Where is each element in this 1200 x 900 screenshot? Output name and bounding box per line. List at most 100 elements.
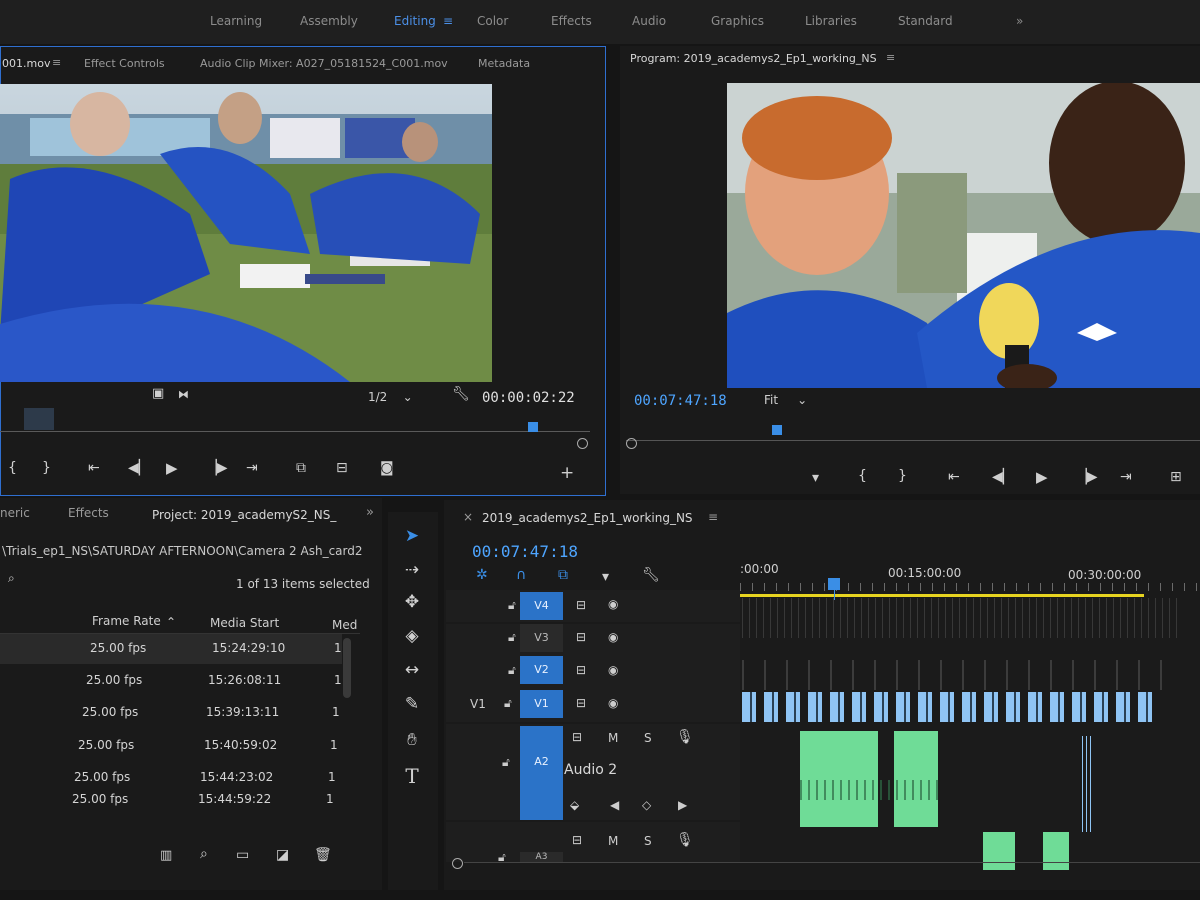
- program-lift-icon[interactable]: ⊞: [1170, 469, 1182, 485]
- sync-lock-icon[interactable]: ⊟: [576, 663, 586, 677]
- source-zoom-handle[interactable]: [577, 438, 588, 449]
- program-play-icon[interactable]: ▶: [1036, 468, 1048, 486]
- track-lock-icon[interactable]: 🔓︎: [508, 598, 516, 613]
- snap-magnet-icon[interactable]: ∩: [516, 567, 526, 583]
- source-play-icon[interactable]: ▶: [166, 459, 178, 477]
- track-volume-keyframe-icon[interactable]: ⬙: [570, 798, 579, 812]
- program-go-to-out-icon[interactable]: ⇥: [1120, 469, 1132, 485]
- source-patch-v1[interactable]: V1: [470, 697, 486, 711]
- workspace-tab-learning[interactable]: Learning: [210, 14, 262, 28]
- track-target-v1[interactable]: V1: [520, 690, 563, 718]
- program-fit-select[interactable]: Fit ⌄: [764, 393, 807, 407]
- video-clip-strip-v4[interactable]: [742, 598, 1182, 638]
- source-mark-in-icon[interactable]: {: [8, 460, 17, 476]
- source-tab-audio-clip-mixer[interactable]: Audio Clip Mixer: A027_05181524_C001.mov: [200, 57, 448, 70]
- mute-track-button[interactable]: M: [608, 834, 618, 848]
- sort-ascending-icon[interactable]: ⌃: [166, 615, 176, 629]
- timeline-close-icon[interactable]: ×: [463, 510, 473, 524]
- project-tab-effects[interactable]: Effects: [68, 506, 109, 520]
- table-row[interactable]: 25.00 fps 15:44:23:02 1: [0, 763, 342, 793]
- program-zoom-handle[interactable]: [626, 438, 637, 449]
- program-marker-icon[interactable]: ▾: [812, 470, 819, 486]
- project-more-icon[interactable]: »: [366, 505, 374, 520]
- project-new-item-icon[interactable]: ◪: [276, 847, 289, 863]
- solo-track-button[interactable]: S: [644, 731, 652, 745]
- ripple-edit-tool-icon[interactable]: ✥: [398, 588, 426, 616]
- column-media-start[interactable]: Media Start: [210, 616, 279, 630]
- source-add-button-icon[interactable]: +: [560, 463, 574, 483]
- audio-clip-a3[interactable]: [1043, 832, 1069, 870]
- toggle-output-eye-icon[interactable]: ◉: [608, 663, 618, 677]
- source-tab-effect-controls[interactable]: Effect Controls: [84, 57, 165, 70]
- workspace-tab-color[interactable]: Color: [477, 14, 508, 28]
- nest-sequence-icon[interactable]: ✲: [476, 567, 488, 583]
- track-target-a2[interactable]: A2: [520, 726, 563, 820]
- video-clip-strip-v2[interactable]: [742, 660, 1162, 690]
- sync-lock-icon[interactable]: ⊟: [576, 696, 586, 710]
- workspace-tab-libraries[interactable]: Libraries: [805, 14, 857, 28]
- workspace-tab-effects[interactable]: Effects: [551, 14, 592, 28]
- program-go-to-in-icon[interactable]: ⇤: [948, 469, 960, 485]
- razor-tool-icon[interactable]: ◈: [398, 622, 426, 650]
- program-timecode[interactable]: 00:07:47:18: [634, 393, 727, 409]
- track-lock-icon[interactable]: 🔓︎: [502, 755, 510, 770]
- track-target-v4[interactable]: V4: [520, 592, 563, 620]
- workspace-tab-editing[interactable]: Editing: [394, 14, 436, 28]
- program-mark-out-icon[interactable]: }: [898, 468, 907, 484]
- program-menu-icon[interactable]: ≡: [886, 51, 895, 64]
- add-keyframe-icon[interactable]: ◇: [642, 798, 651, 812]
- sync-lock-icon[interactable]: ⊟: [572, 833, 582, 847]
- project-tab-generic[interactable]: neric: [0, 506, 30, 520]
- toggle-output-eye-icon[interactable]: ◉: [608, 630, 618, 644]
- project-tab-project[interactable]: Project: 2019_academyS2_NS_: [152, 508, 336, 522]
- program-step-forward-icon[interactable]: ▕▶: [1076, 469, 1098, 485]
- source-settings-wrench-icon[interactable]: 🔧︎: [452, 386, 470, 402]
- workspace-more-icon[interactable]: »: [1016, 14, 1023, 28]
- hand-tool-icon[interactable]: ✋︎: [398, 726, 426, 754]
- export-frame-icon[interactable]: ▣: [152, 386, 164, 401]
- table-row[interactable]: 25.00 fps 15:39:13:11 1: [0, 698, 342, 728]
- track-lock-icon[interactable]: 🔓︎: [504, 696, 512, 711]
- source-tab-clip[interactable]: 001.mov: [2, 57, 50, 70]
- timeline-timecode[interactable]: 00:07:47:18: [472, 542, 578, 561]
- toggle-output-eye-icon[interactable]: ◉: [608, 597, 618, 611]
- program-monitor-title[interactable]: Program: 2019_academys2_Ep1_working_NS: [630, 52, 877, 65]
- project-freeform-view-icon[interactable]: ▥: [160, 848, 172, 863]
- project-find-icon[interactable]: ⌕: [200, 846, 208, 862]
- source-playhead-marker[interactable]: [528, 422, 538, 432]
- table-row[interactable]: 25.00 fps 15:40:59:02 1: [0, 731, 342, 761]
- mute-track-button[interactable]: M: [608, 731, 618, 745]
- table-row[interactable]: 25.00 fps 15:26:08:11 1: [0, 666, 342, 696]
- source-overwrite-icon[interactable]: ⊟: [336, 460, 348, 476]
- project-new-bin-icon[interactable]: ▭: [236, 847, 249, 863]
- track-target-v2[interactable]: V2: [520, 656, 563, 684]
- source-insert-icon[interactable]: ⧉: [296, 460, 306, 476]
- source-tab-metadata[interactable]: Metadata: [478, 57, 530, 70]
- source-step-back-icon[interactable]: ◀▏: [128, 460, 150, 476]
- slip-tool-icon[interactable]: ↔: [398, 656, 426, 684]
- workspace-tab-assembly[interactable]: Assembly: [300, 14, 358, 28]
- pen-tool-icon[interactable]: ✎: [398, 690, 426, 718]
- column-frame-rate[interactable]: Frame Rate: [92, 614, 161, 628]
- timeline-sequence-tab[interactable]: 2019_academys2_Ep1_working_NS: [482, 511, 693, 525]
- source-go-to-in-icon[interactable]: ⇤: [88, 460, 100, 476]
- table-row[interactable]: 25.00 fps 15:24:29:10 1: [0, 634, 342, 664]
- prev-keyframe-icon[interactable]: ◀: [610, 798, 619, 812]
- type-tool-icon[interactable]: T: [398, 762, 426, 790]
- video-clip-strip-v1[interactable]: [742, 692, 1154, 722]
- column-media-end[interactable]: Med: [332, 618, 357, 632]
- track-lock-icon[interactable]: 🔓︎: [508, 630, 516, 645]
- program-step-back-icon[interactable]: ◀▏: [992, 469, 1014, 485]
- audio-clip-a2[interactable]: [800, 731, 878, 827]
- program-playhead-marker[interactable]: [772, 425, 782, 435]
- selection-tool-icon[interactable]: ➤: [398, 522, 426, 550]
- track-target-a3[interactable]: A3: [520, 852, 563, 862]
- timeline-playhead-head[interactable]: [828, 578, 840, 590]
- workspace-tab-audio[interactable]: Audio: [632, 14, 666, 28]
- sync-lock-icon[interactable]: ⊟: [576, 630, 586, 644]
- source-scrubber[interactable]: [0, 431, 590, 432]
- linked-selection-icon[interactable]: ⧉: [558, 567, 568, 583]
- voice-over-mic-icon[interactable]: 🎙︎: [676, 832, 694, 848]
- timeline-ruler-ticks[interactable]: [740, 583, 1200, 591]
- sync-lock-icon[interactable]: ⊟: [572, 730, 582, 744]
